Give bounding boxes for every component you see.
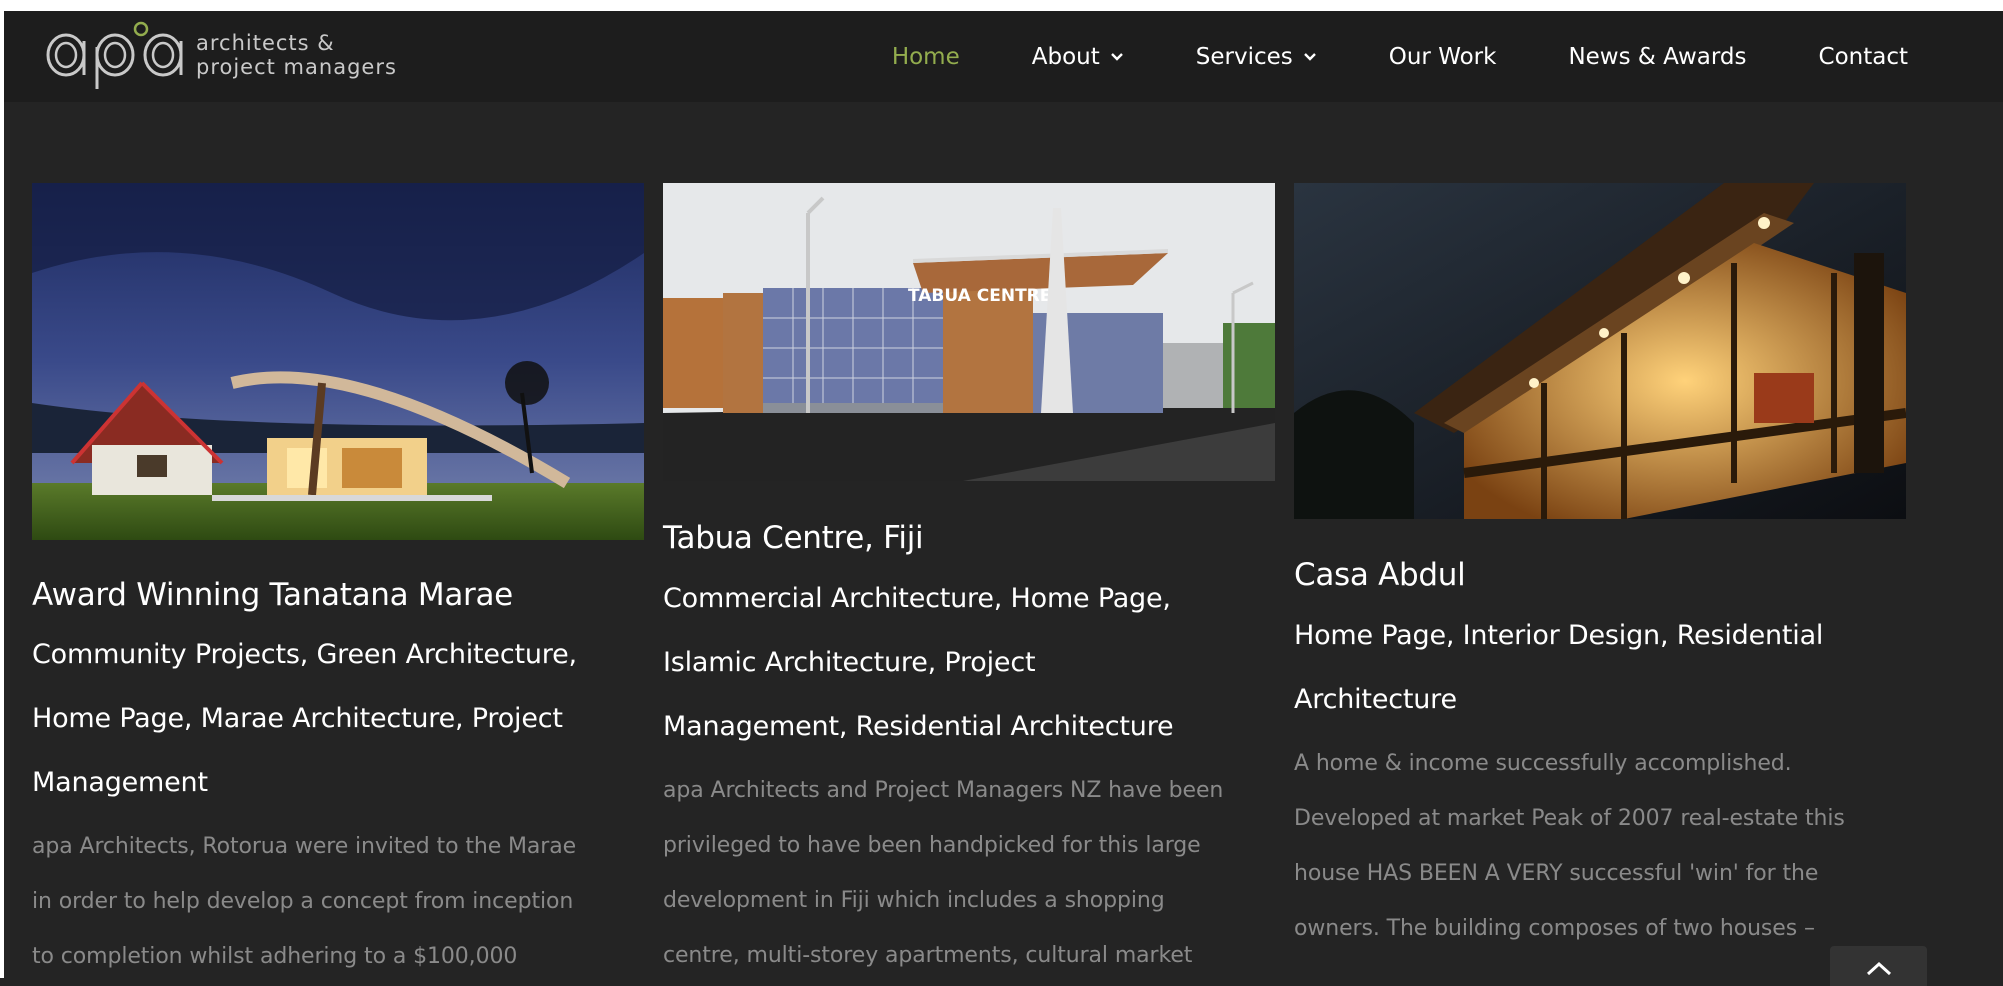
post-card-tabua-centre: TABUA CENTRE Tabua Centre, Fiji Commerci… xyxy=(663,183,1275,983)
post-card-casa-abdul: Casa Abdul Home Page, Interior Design, R… xyxy=(1294,183,1906,956)
nav-about[interactable]: About xyxy=(1032,44,1124,70)
nav-services[interactable]: Services xyxy=(1196,44,1317,70)
tabua-centre-render: TABUA CENTRE xyxy=(663,183,1275,481)
chevron-down-icon xyxy=(1110,53,1123,61)
nav-home[interactable]: Home xyxy=(892,44,960,70)
post-image-tanatana-marae[interactable] xyxy=(32,183,644,540)
categories-line[interactable]: Management, Residential Architecture xyxy=(663,695,1275,759)
categories-line[interactable]: Architecture xyxy=(1294,668,1906,732)
excerpt-line: apa Architects, Rotorua were invited to … xyxy=(32,834,577,859)
nav-news-awards-label: News & Awards xyxy=(1568,43,1747,70)
post-title[interactable]: Tabua Centre, Fiji xyxy=(663,518,1275,558)
categories-line[interactable]: Home Page, Marae Architecture, Project xyxy=(32,687,644,751)
casa-abdul-photo xyxy=(1294,183,1906,519)
apa-logo-mark: apa xyxy=(46,21,183,89)
nav-contact[interactable]: Contact xyxy=(1819,44,1908,70)
excerpt-line: in order to help develop a concept from … xyxy=(32,889,574,914)
nav-contact-label: Contact xyxy=(1818,43,1908,70)
browser-top-edge xyxy=(0,0,2003,11)
browser-left-edge xyxy=(0,0,4,978)
post-categories: Community Projects, Green Architecture, … xyxy=(32,623,644,815)
categories-line[interactable]: Community Projects, Green Architecture, xyxy=(32,623,644,687)
nav-news-awards[interactable]: News & Awards xyxy=(1568,44,1746,70)
nav-our-work-label: Our Work xyxy=(1388,43,1497,70)
post-title[interactable]: Award Winning Tanatana Marae xyxy=(32,575,644,615)
post-title[interactable]: Casa Abdul xyxy=(1294,555,1906,595)
categories-line[interactable]: Management xyxy=(32,751,644,815)
excerpt-line: A home & income successfully accomplishe… xyxy=(1294,751,1792,776)
nav-our-work[interactable]: Our Work xyxy=(1389,44,1497,70)
site-logo[interactable]: apa architects & project managers xyxy=(40,17,397,93)
main-nav: Home About Services Our Work News & Awar… xyxy=(820,11,1908,102)
excerpt-line: development in Fiji which includes a sho… xyxy=(663,888,1165,913)
categories-line[interactable]: Home Page, Interior Design, Residential xyxy=(1294,604,1906,668)
excerpt-line: Developed at market Peak of 2007 real-es… xyxy=(1294,806,1845,831)
logo-line-2: project managers xyxy=(196,55,397,79)
scroll-to-top-button[interactable] xyxy=(1830,946,1927,986)
post-excerpt: apa Architects, Rotorua were invited to … xyxy=(32,819,644,984)
post-categories: Home Page, Interior Design, Residential … xyxy=(1294,604,1906,732)
tabua-sign-text: TABUA CENTRE xyxy=(908,286,1051,306)
post-categories: Commercial Architecture, Home Page, Isla… xyxy=(663,567,1275,759)
categories-line[interactable]: Islamic Architecture, Project xyxy=(663,631,1275,695)
excerpt-line: apa Architects and Project Managers NZ h… xyxy=(663,778,1224,803)
chevron-up-icon xyxy=(1866,961,1891,976)
post-card-tanatana-marae: Award Winning Tanatana Marae Community P… xyxy=(32,183,644,984)
excerpt-line: centre, multi-storey apartments, cultura… xyxy=(663,943,1193,968)
excerpt-line: owners. The building composes of two hou… xyxy=(1294,916,1815,941)
excerpt-line: privileged to have been handpicked for t… xyxy=(663,833,1201,858)
svg-text:apa: apa xyxy=(115,21,117,23)
site-header: apa architects & project managers Home A… xyxy=(4,11,2003,102)
excerpt-line: house HAS BEEN A VERY successful 'win' f… xyxy=(1294,861,1819,886)
nav-services-label: Services xyxy=(1195,43,1293,70)
logo-text: architects & project managers xyxy=(196,31,397,79)
nav-home-label: Home xyxy=(891,43,960,70)
post-excerpt: A home & income successfully accomplishe… xyxy=(1294,736,1906,956)
post-image-tabua-centre[interactable]: TABUA CENTRE xyxy=(663,183,1275,481)
marae-photo xyxy=(32,183,644,540)
nav-about-label: About xyxy=(1031,43,1100,70)
post-excerpt: apa Architects and Project Managers NZ h… xyxy=(663,763,1275,983)
excerpt-line: to completion whilst adhering to a $100,… xyxy=(32,944,518,969)
categories-line[interactable]: Commercial Architecture, Home Page, xyxy=(663,567,1275,631)
chevron-down-icon xyxy=(1303,53,1316,61)
logo-line-1: architects & xyxy=(196,31,335,55)
post-image-casa-abdul[interactable] xyxy=(1294,183,1906,519)
